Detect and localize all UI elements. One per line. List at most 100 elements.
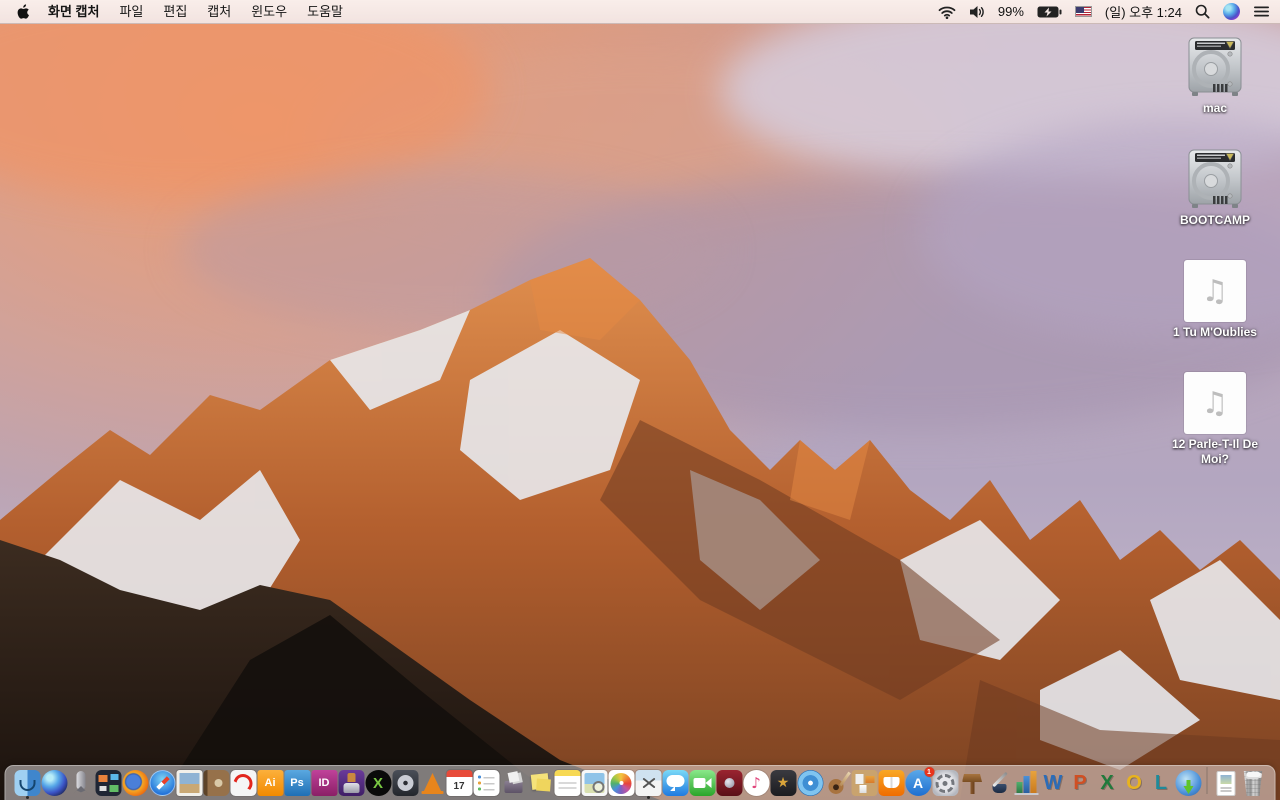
desktop-wallpaper: [0, 0, 1280, 800]
dock-item-x11[interactable]: X: [365, 765, 392, 796]
dock-item-pages[interactable]: [986, 765, 1013, 796]
dock-item-document[interactable]: [1213, 765, 1240, 796]
x11-glyph: X: [372, 774, 383, 792]
dock-item-mail[interactable]: [176, 765, 203, 796]
desktop-icon-label: 1 Tu M'Oublies: [1173, 325, 1257, 339]
desktop-icon-music-file-2[interactable]: ♫ 12 Parle-T-Il De Moi?: [1167, 372, 1263, 467]
x11-icon: X: [365, 770, 391, 796]
dock-item-toast[interactable]: [338, 765, 365, 796]
dock-item-firefox[interactable]: [122, 765, 149, 796]
dock-item-imovie[interactable]: ★: [770, 765, 797, 796]
audio-file-icon: ♫: [1184, 260, 1246, 322]
dock-item-mission-control[interactable]: [95, 765, 122, 796]
notification-badge: 1: [924, 767, 934, 777]
notification-center-icon[interactable]: [1253, 5, 1270, 18]
dock-item-itunes[interactable]: ♪: [743, 765, 770, 796]
dock-item-finder[interactable]: [14, 765, 41, 799]
document-icon: [1216, 771, 1236, 796]
wifi-icon[interactable]: [938, 5, 956, 19]
dock-item-system-preferences[interactable]: [932, 765, 959, 796]
volume-icon[interactable]: [969, 5, 985, 19]
apple-menu-icon[interactable]: [16, 3, 30, 20]
desktop-icon-drive-bootcamp[interactable]: BOOTCAMP: [1167, 148, 1263, 228]
dock-item-preview[interactable]: [581, 765, 608, 796]
dock-item-messages[interactable]: [662, 765, 689, 796]
menu-clock[interactable]: (일) 오후 1:24: [1105, 2, 1182, 21]
menu-capture[interactable]: 캡처: [197, 0, 241, 24]
dock-item-vlc[interactable]: [419, 765, 446, 796]
dock-item-dvd-player[interactable]: [797, 765, 824, 796]
imovie-icon: ★: [770, 770, 796, 796]
dock-item-photos[interactable]: [608, 765, 635, 796]
mission-control-icon: [95, 770, 121, 796]
running-indicator: [25, 796, 29, 799]
dock-item-acrobat[interactable]: [230, 765, 257, 796]
dock-item-safari[interactable]: [149, 765, 176, 796]
spotlight-search-icon[interactable]: [1195, 4, 1210, 19]
dock-item-powerpoint[interactable]: P: [1067, 765, 1094, 796]
siri-icon[interactable]: [1223, 3, 1240, 20]
indesign-glyph: ID: [318, 777, 330, 789]
dock-item-launchpad[interactable]: [68, 765, 95, 796]
dock-item-excel[interactable]: X: [1094, 765, 1121, 796]
menu-window[interactable]: 윈도우: [241, 0, 297, 24]
desktop-icon-music-file-1[interactable]: ♫ 1 Tu M'Oublies: [1167, 260, 1263, 340]
messages-icon: [662, 770, 688, 796]
grab-icon: [635, 770, 661, 796]
system-preferences-icon: [932, 770, 958, 796]
dock-item-corkboard[interactable]: [851, 765, 878, 796]
dock-item-lync[interactable]: L: [1148, 765, 1175, 796]
dock-item-photo-booth[interactable]: [716, 765, 743, 796]
menu-bar: 화면 캡처 파일 편집 캡처 윈도우 도움말 99% (일) 오후 1:24: [0, 0, 1280, 24]
dock-item-unarchiver[interactable]: [500, 765, 527, 796]
dock-item-contacts[interactable]: [203, 765, 230, 796]
photo-booth-icon: [716, 770, 742, 796]
dock-item-keynote[interactable]: [959, 765, 986, 796]
dock-item-download-manager[interactable]: [1175, 765, 1202, 796]
dock-item-calendar[interactable]: 17: [446, 765, 473, 796]
dock-item-stickies[interactable]: [527, 765, 554, 796]
notes-icon: [554, 770, 580, 796]
dock-item-grab[interactable]: [635, 765, 662, 799]
dock: Ai Ps ID X 17 ♪ ★ A 1 W P X O L: [4, 765, 1276, 800]
battery-percent[interactable]: 99%: [998, 4, 1024, 19]
numbers-icon: [1013, 770, 1039, 796]
corkboard-icon: [851, 770, 877, 796]
unarchiver-icon: [500, 770, 526, 796]
stickies-icon: [527, 770, 553, 796]
dock-item-photoshop[interactable]: Ps: [284, 765, 311, 796]
dock-item-disk-utility[interactable]: [392, 765, 419, 796]
menu-edit[interactable]: 편집: [153, 0, 197, 24]
battery-charging-icon[interactable]: [1037, 6, 1062, 18]
mail-icon: [176, 770, 202, 796]
dock-item-outlook[interactable]: O: [1121, 765, 1148, 796]
facetime-icon: [689, 770, 715, 796]
dock-item-garageband[interactable]: [824, 765, 851, 796]
dock-item-word[interactable]: W: [1040, 765, 1067, 796]
menu-app-name[interactable]: 화면 캡처: [38, 0, 109, 24]
dock-item-notes[interactable]: [554, 765, 581, 796]
calendar-glyph: 17: [453, 780, 465, 792]
dock-item-indesign[interactable]: ID: [311, 765, 338, 796]
illustrator-icon: Ai: [257, 770, 283, 796]
us-flag-icon[interactable]: [1074, 6, 1092, 17]
menu-file[interactable]: 파일: [109, 0, 153, 24]
dock-item-reminders[interactable]: [473, 765, 500, 796]
menu-help[interactable]: 도움말: [297, 0, 353, 24]
dock-item-app-store[interactable]: A1: [905, 765, 934, 796]
desktop-icon-label: mac: [1202, 101, 1228, 115]
dock-item-siri[interactable]: [41, 765, 68, 796]
dock-item-illustrator[interactable]: Ai: [257, 765, 284, 796]
vlc-icon: [419, 770, 445, 796]
app-store-icon: A1: [905, 767, 934, 796]
dock-item-numbers[interactable]: [1013, 765, 1040, 796]
dock-divider: [1206, 767, 1208, 794]
desktop-icon-drive-mac[interactable]: mac: [1167, 36, 1263, 116]
word-icon: W: [1040, 770, 1066, 796]
firefox-icon: [122, 770, 148, 796]
hard-drive-icon: [1188, 37, 1242, 96]
dock-item-facetime[interactable]: [689, 765, 716, 796]
audio-file-icon: ♫: [1184, 372, 1246, 434]
dock-item-trash[interactable]: [1240, 765, 1267, 796]
dock-item-ibooks[interactable]: [878, 765, 905, 796]
